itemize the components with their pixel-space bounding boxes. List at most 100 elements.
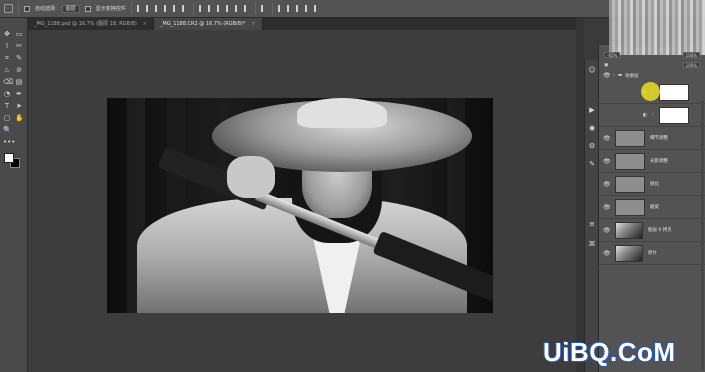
distribute-middle-icon[interactable] <box>207 5 214 12</box>
layer-mask-thumbnail[interactable] <box>658 106 689 124</box>
eyedropper-tool-icon[interactable]: ✎ <box>15 54 23 62</box>
close-icon[interactable]: × <box>143 18 147 30</box>
move-tool-icon[interactable]: ✥ <box>3 30 11 38</box>
tool-row: ◔ ✒ <box>3 90 23 98</box>
layer-group[interactable]: 👁 › ▬ 效果层 <box>599 71 705 80</box>
tab-label: _MG_1188.psd @ 16.7% (图层 18, RGB/8) <box>34 21 137 27</box>
more-tools-icon[interactable]: ••• <box>3 138 15 146</box>
eye-icon[interactable]: 👁 <box>603 181 611 188</box>
pen-tool-icon[interactable]: ✒ <box>15 90 23 98</box>
eraser-tool-icon[interactable]: ⌫ <box>3 78 13 86</box>
chevron-right-icon[interactable]: › <box>613 73 615 78</box>
folder-icon: ▬ <box>617 73 623 78</box>
distribute-top-icon[interactable] <box>198 5 205 12</box>
layer-thumbnail <box>615 221 643 239</box>
options-bar: 自动选择: 图层 显示变换控件 <box>0 0 705 18</box>
distribute-right-icon[interactable] <box>243 5 250 12</box>
align-center-icon[interactable] <box>145 5 152 12</box>
document-image[interactable] <box>107 98 493 313</box>
layer-name: 锐化 <box>650 182 659 187</box>
eye-icon[interactable]: 👁 <box>603 227 611 234</box>
watermark: UiBQ.CoM <box>543 337 676 367</box>
layers-icon[interactable]: ≡ <box>588 220 596 228</box>
type-tool-icon[interactable]: T <box>3 102 11 110</box>
tool-row: ••• <box>3 138 15 146</box>
separator <box>192 2 194 15</box>
adjustment-icon: ◧ <box>643 112 648 118</box>
distribute-left-icon[interactable] <box>225 5 232 12</box>
canvas-area[interactable] <box>28 30 576 372</box>
align-right-icon[interactable] <box>154 5 161 12</box>
layer-row[interactable]: 👁 图层 0 拷贝 <box>599 219 705 242</box>
hat-crown-shape <box>297 98 387 128</box>
3d-mode-buttons <box>277 5 320 12</box>
align-middle-icon[interactable] <box>172 5 179 12</box>
show-transform-label: 显示变换控件 <box>95 6 126 12</box>
align-bottom-icon[interactable] <box>181 5 188 12</box>
align-left-icon[interactable] <box>136 5 143 12</box>
brush-icon[interactable]: ✎ <box>588 160 596 168</box>
color-wheel-icon[interactable]: ◉ <box>588 124 596 132</box>
3d-scale-icon[interactable] <box>313 5 320 12</box>
layers-scrollbar[interactable] <box>701 100 704 370</box>
zoom-field[interactable]: -65% <box>604 52 621 58</box>
tool-row: ⌗ ✎ <box>3 54 23 62</box>
play-icon[interactable]: ▶ <box>588 106 596 114</box>
distribute-bottom-icon[interactable] <box>216 5 223 12</box>
tab-cr2[interactable]: _MG_1188.CR2 @ 16.7% (RGB/8)* × <box>154 18 263 30</box>
eye-icon[interactable]: 👁 <box>603 250 611 257</box>
3d-roll-icon[interactable] <box>286 5 293 12</box>
layer-row[interactable]: 👁 细节调整 <box>599 127 705 150</box>
lock-icon[interactable]: ▣ <box>604 63 608 68</box>
tools-panel: ✥ ▭ ⌇ ✂ ⌗ ✎ ♨ ⊘ ⌫ ▤ ◔ ✒ T ➤ ▢ ✋ 🔍 ••• <box>0 18 28 372</box>
layer-name: 原片 <box>648 251 657 256</box>
path-select-tool-icon[interactable]: ➤ <box>15 102 23 110</box>
opacity-field[interactable]: 100% <box>682 52 700 58</box>
healing-brush-tool-icon[interactable]: ♨ <box>3 66 11 74</box>
layer-row[interactable]: 👁 光影调整 <box>599 150 705 173</box>
3d-pan-icon[interactable] <box>295 5 302 12</box>
fill-field[interactable]: 100% <box>682 62 700 68</box>
align-buttons <box>136 5 188 12</box>
3d-slide-icon[interactable] <box>304 5 311 12</box>
hand-tool-icon[interactable]: ✋ <box>15 114 24 122</box>
tab-psd[interactable]: _MG_1188.psd @ 16.7% (图层 18, RGB/8) × <box>28 18 154 30</box>
close-icon[interactable]: × <box>251 18 255 30</box>
distribute-center-icon[interactable] <box>234 5 241 12</box>
foreground-color-swatch[interactable] <box>4 153 14 163</box>
paths-icon[interactable]: ⌘ <box>588 240 596 248</box>
layer-name: 图层 0 拷贝 <box>648 228 672 233</box>
eye-icon[interactable]: 👁 <box>603 72 611 79</box>
quick-select-tool-icon[interactable]: ✂ <box>15 42 23 50</box>
dodge-tool-icon[interactable]: ◔ <box>3 90 11 98</box>
eye-icon[interactable]: 👁 <box>603 135 611 142</box>
adjust-icon[interactable]: ⚙ <box>588 142 596 150</box>
gradient-tool-icon[interactable]: ▤ <box>15 78 23 86</box>
align-top-icon[interactable] <box>163 5 170 12</box>
crop-tool-icon[interactable]: ⌗ <box>3 54 11 62</box>
panel-dock: ☺ ▶ ◉ ⚙ ✎ ≡ ⌘ <box>584 60 598 372</box>
eye-icon[interactable]: 👁 <box>603 204 611 211</box>
3d-rotate-icon[interactable] <box>277 5 284 12</box>
layer-thumbnail <box>615 152 645 170</box>
layer-row[interactable]: ◧ ⁞ <box>599 104 705 127</box>
marquee-tool-icon[interactable]: ▭ <box>15 30 23 38</box>
link-icon: ⁞ <box>652 112 654 118</box>
group-name: 效果层 <box>625 73 639 79</box>
person-icon[interactable]: ☺ <box>588 66 596 74</box>
separator <box>254 2 256 15</box>
zoom-tool-icon[interactable]: 🔍 <box>3 126 12 134</box>
move-tool-icon[interactable] <box>4 4 13 13</box>
layer-mask-thumbnail[interactable] <box>658 83 689 101</box>
auto-align-icon[interactable] <box>260 5 267 12</box>
lasso-tool-icon[interactable]: ⌇ <box>3 42 11 50</box>
layer-row[interactable]: 👁 原片 <box>599 242 705 265</box>
auto-select-dropdown[interactable]: 图层 <box>61 4 80 13</box>
eye-icon[interactable]: 👁 <box>603 158 611 165</box>
show-transform-checkbox[interactable] <box>84 5 91 12</box>
auto-select-checkbox[interactable] <box>24 5 30 12</box>
layer-row[interactable]: 👁 磨皮 <box>599 196 705 219</box>
layer-row[interactable]: 👁 锐化 <box>599 173 705 196</box>
brush-tool-icon[interactable]: ⊘ <box>15 66 23 74</box>
shape-tool-icon[interactable]: ▢ <box>3 114 11 122</box>
